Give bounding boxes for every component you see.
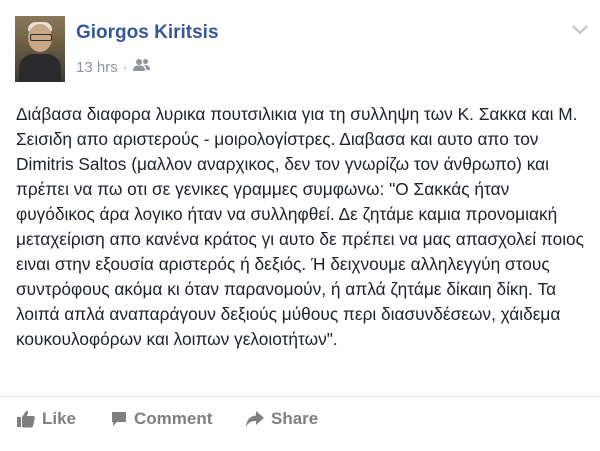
chevron-down-icon[interactable] — [572, 22, 588, 40]
like-button[interactable]: Like — [16, 409, 76, 429]
facebook-post: Giorgos Kiritsis 13 hrs · Διάβασα διαφορ… — [0, 0, 600, 450]
thumbs-up-icon — [17, 410, 35, 428]
avatar-body — [19, 54, 61, 82]
friends-icon[interactable] — [132, 58, 151, 76]
avatar[interactable] — [15, 16, 65, 82]
meta-separator: · — [122, 58, 128, 76]
share-button[interactable]: Share — [245, 409, 318, 429]
like-label: Like — [42, 409, 77, 428]
post-timestamp[interactable]: 13 hrs — [76, 59, 118, 76]
comment-label: Comment — [134, 409, 213, 428]
share-icon — [246, 411, 264, 427]
comment-button[interactable]: Comment — [110, 409, 212, 429]
share-label: Share — [271, 409, 319, 428]
post-text: Διάβασα διαφορα λυρικα πουτσιλικια για τ… — [16, 104, 585, 349]
avatar-glasses — [30, 34, 52, 41]
author-name[interactable]: Giorgos Kiritsis — [76, 22, 219, 44]
comment-icon — [112, 412, 126, 426]
post-meta: 13 hrs · — [76, 58, 151, 76]
post-actions-bar: Like Comment Share — [0, 396, 600, 451]
